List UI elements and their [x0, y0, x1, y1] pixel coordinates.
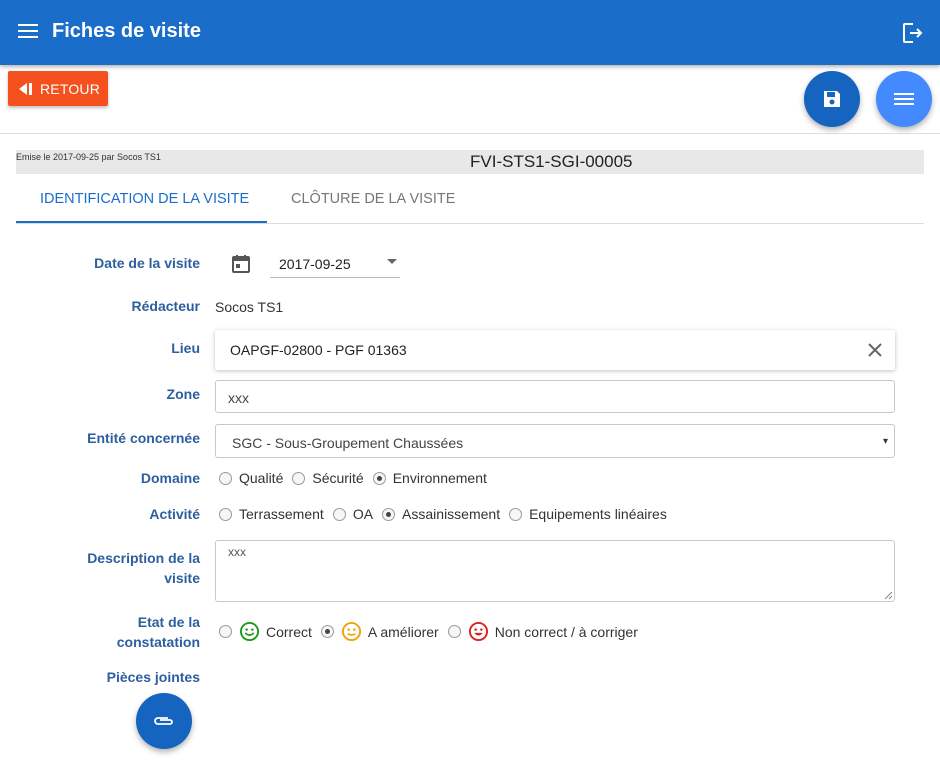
radio-qualite[interactable]: [219, 471, 232, 485]
radio-label-correct[interactable]: Correct: [266, 624, 312, 640]
attach-button[interactable]: [136, 693, 192, 749]
domaine-label: Domaine: [140, 470, 200, 486]
resize-grip-icon[interactable]: [884, 591, 893, 600]
description-label-line1: Description de la: [87, 550, 200, 566]
smiley-neutral-icon: [341, 621, 361, 642]
app-bar: Fiches de visite: [0, 0, 940, 65]
entite-select[interactable]: SGC - Sous-Groupement Chaussées ▾: [215, 424, 895, 458]
entite-label: Entité concernée: [87, 430, 200, 446]
date-value: 2017-09-25: [279, 256, 351, 272]
etat-label-line1: Etat de la: [137, 614, 200, 630]
back-button[interactable]: RETOUR: [8, 71, 108, 106]
etat-label-line2: constatation: [116, 634, 200, 650]
entite-value: SGC - Sous-Groupement Chaussées: [232, 435, 464, 451]
radio-label-oa[interactable]: OA: [353, 506, 373, 522]
date-picker[interactable]: 2017-09-25: [270, 250, 400, 278]
radio-label-non-correct[interactable]: Non correct / à corriger: [495, 624, 638, 640]
lieu-field[interactable]: OAPGF-02800 - PGF 01363: [215, 330, 895, 370]
activite-label: Activité: [149, 506, 200, 522]
description-value: xxx: [228, 545, 246, 559]
lieu-value: OAPGF-02800 - PGF 01363: [230, 342, 407, 358]
radio-equipements[interactable]: [509, 507, 523, 521]
radio-correct[interactable]: [219, 625, 232, 638]
document-header: Emise le 2017-09-25 par Socos TS1 FVI-ST…: [16, 150, 924, 174]
zone-label: Zone: [166, 386, 200, 402]
radio-label-ameliorer[interactable]: A améliorer: [368, 624, 439, 640]
redacteur-label: Rédacteur: [131, 298, 200, 314]
domaine-radio-group: Qualité Sécurité Environnement: [219, 470, 496, 486]
tab-bar: IDENTIFICATION DE LA VISITE CLÔTURE DE L…: [16, 180, 924, 224]
radio-label-equipements[interactable]: Equipements linéaires: [529, 506, 667, 522]
list-menu-icon: [894, 93, 914, 105]
description-textarea[interactable]: xxx: [215, 540, 895, 602]
etat-label: Etat de la constatation: [117, 612, 200, 652]
tab-identification[interactable]: IDENTIFICATION DE LA VISITE: [40, 191, 249, 207]
active-tab-indicator: [16, 221, 267, 223]
pieces-label: Pièces jointes: [106, 669, 200, 685]
radio-label-environnement[interactable]: Environnement: [393, 470, 487, 486]
tab-cloture[interactable]: CLÔTURE DE LA VISITE: [291, 191, 455, 207]
lieu-label: Lieu: [171, 340, 200, 356]
smiley-happy-icon: [239, 621, 260, 642]
toolbar-divider: [0, 133, 940, 134]
hamburger-menu-icon[interactable]: [18, 24, 38, 40]
back-button-label: RETOUR: [40, 80, 101, 97]
radio-label-qualite[interactable]: Qualité: [239, 470, 283, 486]
zone-input[interactable]: xxx: [215, 380, 895, 413]
description-label: Description de la visite: [87, 548, 200, 588]
radio-environnement[interactable]: [372, 471, 386, 485]
radio-label-assainissement[interactable]: Assainissement: [402, 506, 500, 522]
radio-label-securite[interactable]: Sécurité: [312, 470, 363, 486]
radio-label-terrassement[interactable]: Terrassement: [239, 506, 324, 522]
page-title: Fiches de visite: [52, 20, 201, 42]
emission-info: Emise le 2017-09-25 par Socos TS1: [16, 152, 161, 162]
description-label-line2: visite: [164, 570, 200, 586]
document-code: FVI-STS1-SGI-00005: [470, 152, 633, 171]
save-button[interactable]: [804, 71, 860, 127]
smiley-sad-icon: [468, 621, 488, 642]
redacteur-value: Socos TS1: [215, 299, 284, 315]
close-icon[interactable]: [867, 342, 883, 358]
chevron-down-icon: [387, 259, 397, 264]
radio-oa[interactable]: [332, 507, 346, 521]
logout-icon[interactable]: [900, 21, 924, 45]
calendar-icon[interactable]: [231, 254, 251, 274]
menu-button[interactable]: [876, 71, 932, 127]
date-label: Date de la visite: [94, 255, 200, 271]
back-arrow-icon: [19, 82, 32, 95]
zone-value: xxx: [228, 390, 249, 406]
etat-radio-group: Correct A améliorer Non correct / à corr…: [219, 621, 647, 642]
radio-ameliorer[interactable]: [320, 625, 334, 638]
activite-radio-group: Terrassement OA Assainissement Equipemen…: [219, 506, 676, 522]
radio-terrassement[interactable]: [219, 507, 232, 521]
radio-non-correct[interactable]: [447, 625, 461, 638]
chevron-down-icon: ▾: [882, 436, 888, 447]
paperclip-icon: [154, 717, 173, 725]
radio-assainissement[interactable]: [382, 507, 396, 521]
radio-securite[interactable]: [292, 471, 306, 485]
floppy-save-icon: [824, 91, 840, 107]
